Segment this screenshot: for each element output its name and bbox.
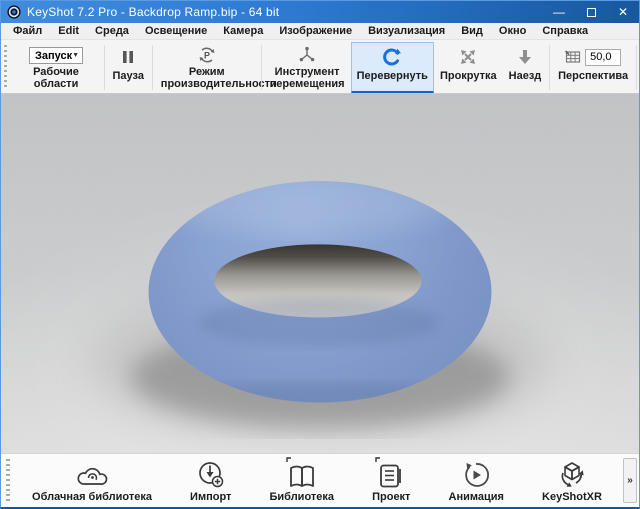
ribbon-drag-handle[interactable] [6,459,10,502]
perspective-value-input[interactable] [585,49,621,66]
cloud-library-icon [75,458,109,490]
library-label: Библиотека [270,491,335,503]
workspaces-group: Запуск ▼ Рабочие области [10,42,101,93]
toolbar-separator [549,45,550,90]
pause-label: Пауза [113,70,144,82]
ribbon-overflow-button[interactable]: » [623,458,637,503]
animation-button[interactable]: Анимация [443,456,510,505]
menu-render[interactable]: Визуализация [360,25,453,37]
perspective-group: Перспектива [552,42,634,93]
menubar: Файл Edit Среда Освещение Камера Изображ… [1,23,639,40]
import-button[interactable]: Импорт [184,456,237,505]
perspective-grid-icon [565,50,581,64]
project-button[interactable]: Проект [366,456,416,505]
close-button[interactable]: ✕ [607,1,639,23]
menu-view[interactable]: Вид [453,25,491,37]
perspective-label: Перспектива [558,70,628,82]
menu-window[interactable]: Окно [491,25,534,37]
app-window: KeyShot 7.2 Pro - Backdrop Ramp.bip - 64… [0,0,640,509]
minimize-button[interactable]: — [543,1,575,23]
workspace-dropdown[interactable]: Запуск ▼ [29,47,83,64]
animation-label: Анимация [449,491,504,503]
dolly-button[interactable]: Наезд [503,42,548,93]
move-tool-label: Инструмент перемещения [270,66,345,90]
maximize-icon [587,8,596,17]
keyshotxr-label: KeyShotXR [542,491,602,503]
toolbar-separator [152,45,153,90]
main-toolbar: Запуск ▼ Рабочие области Пауза [1,40,639,94]
keyshotxr-button[interactable]: KeyShotXR [536,456,608,505]
detach-panel-icon [286,457,294,463]
menu-camera[interactable]: Камера [215,25,271,37]
menu-edit[interactable]: Edit [50,25,87,37]
pause-icon [120,46,136,68]
pan-label: Прокрутка [440,70,497,82]
project-label: Проект [372,491,410,503]
maximize-button[interactable] [575,1,607,23]
move-tool-icon [298,46,316,64]
chevron-down-icon: ▼ [72,52,79,59]
realtime-viewport[interactable] [1,94,639,453]
performance-mode-icon: P [198,46,216,64]
toolbar-drag-handle[interactable] [4,45,7,90]
titlebar[interactable]: KeyShot 7.2 Pro - Backdrop Ramp.bip - 64… [1,1,639,23]
cloud-library-label: Облачная библиотека [32,491,152,503]
tumble-rotate-icon [382,46,402,68]
dolly-arrow-icon [517,46,533,68]
import-label: Импорт [190,491,231,503]
render-scene [1,94,639,453]
keyshotxr-icon [556,458,588,490]
detach-panel-icon [375,457,383,463]
library-button[interactable]: Библиотека [264,456,341,505]
toolbar-separator [104,45,105,90]
menu-help[interactable]: Справка [534,25,596,37]
svg-text:P: P [204,50,210,60]
animation-icon [461,458,491,490]
ribbon-toolbar: Облачная библиотека Импорт [1,453,639,507]
toolbar-separator [636,45,637,90]
dolly-label: Наезд [509,70,542,82]
menu-lighting[interactable]: Освещение [137,25,215,37]
menu-file[interactable]: Файл [5,25,50,37]
tumble-button[interactable]: Перевернуть [351,42,434,93]
menu-environment[interactable]: Среда [87,25,137,37]
workspace-dropdown-value: Запуск [35,50,72,62]
move-tool-button[interactable]: Инструмент перемещения [264,42,351,93]
window-title: KeyShot 7.2 Pro - Backdrop Ramp.bip - 64… [27,5,279,19]
toolbar-separator [261,45,262,90]
import-icon [196,458,226,490]
performance-mode-label: Режим производительности [161,66,253,90]
pause-button[interactable]: Пауза [107,42,150,93]
pan-button[interactable]: Прокрутка [434,42,503,93]
performance-mode-button[interactable]: P Режим производительности [155,42,259,93]
pan-arrows-icon [459,46,477,68]
tumble-label: Перевернуть [357,70,428,82]
keyshot-logo-icon [7,5,21,19]
workspaces-label: Рабочие области [16,66,95,90]
cloud-library-button[interactable]: Облачная библиотека [26,456,158,505]
menu-image[interactable]: Изображение [271,25,360,37]
